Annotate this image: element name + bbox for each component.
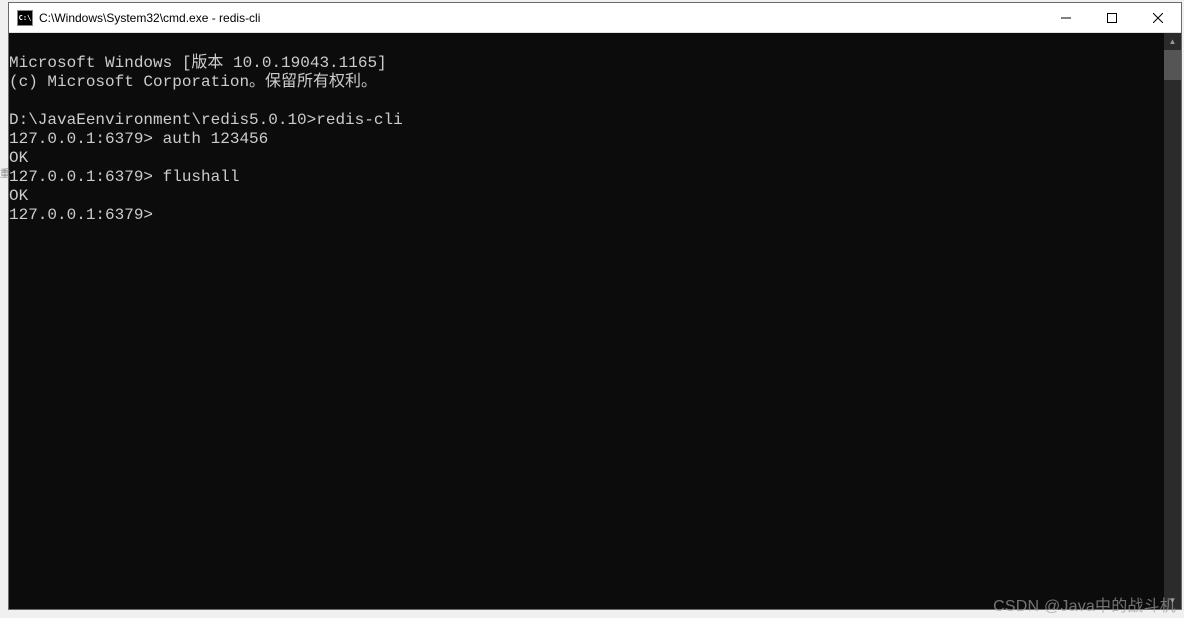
window-title: C:\Windows\System32\cmd.exe - redis-cli (39, 11, 260, 25)
terminal-line: Microsoft Windows [版本 10.0.19043.1165] (9, 54, 387, 72)
maximize-button[interactable] (1089, 3, 1135, 33)
scroll-down-icon[interactable]: ▼ (1164, 592, 1181, 609)
close-button[interactable] (1135, 3, 1181, 33)
terminal-line: OK (9, 187, 28, 205)
maximize-icon (1107, 13, 1117, 23)
titlebar[interactable]: C:\ C:\Windows\System32\cmd.exe - redis-… (9, 3, 1181, 33)
edge-noise: 重 (0, 170, 10, 180)
terminal-area: Microsoft Windows [版本 10.0.19043.1165] (… (9, 33, 1181, 609)
scroll-up-icon[interactable]: ▲ (1164, 33, 1181, 50)
vertical-scrollbar[interactable]: ▲ ▼ (1164, 33, 1181, 609)
terminal-line: 127.0.0.1:6379> flushall (9, 168, 239, 186)
minimize-icon (1061, 13, 1071, 23)
cmd-window: C:\ C:\Windows\System32\cmd.exe - redis-… (8, 2, 1182, 610)
terminal-line: 127.0.0.1:6379> auth 123456 (9, 130, 268, 148)
terminal-line: D:\JavaEenvironment\redis5.0.10>redis-cl… (9, 111, 403, 129)
terminal-line: 127.0.0.1:6379> (9, 206, 153, 224)
terminal-output[interactable]: Microsoft Windows [版本 10.0.19043.1165] (… (9, 33, 1164, 609)
scroll-thumb[interactable] (1164, 50, 1181, 80)
close-icon (1153, 13, 1163, 23)
cmd-icon: C:\ (17, 10, 33, 26)
terminal-line: (c) Microsoft Corporation。保留所有权利。 (9, 73, 377, 91)
minimize-button[interactable] (1043, 3, 1089, 33)
terminal-line: OK (9, 149, 28, 167)
